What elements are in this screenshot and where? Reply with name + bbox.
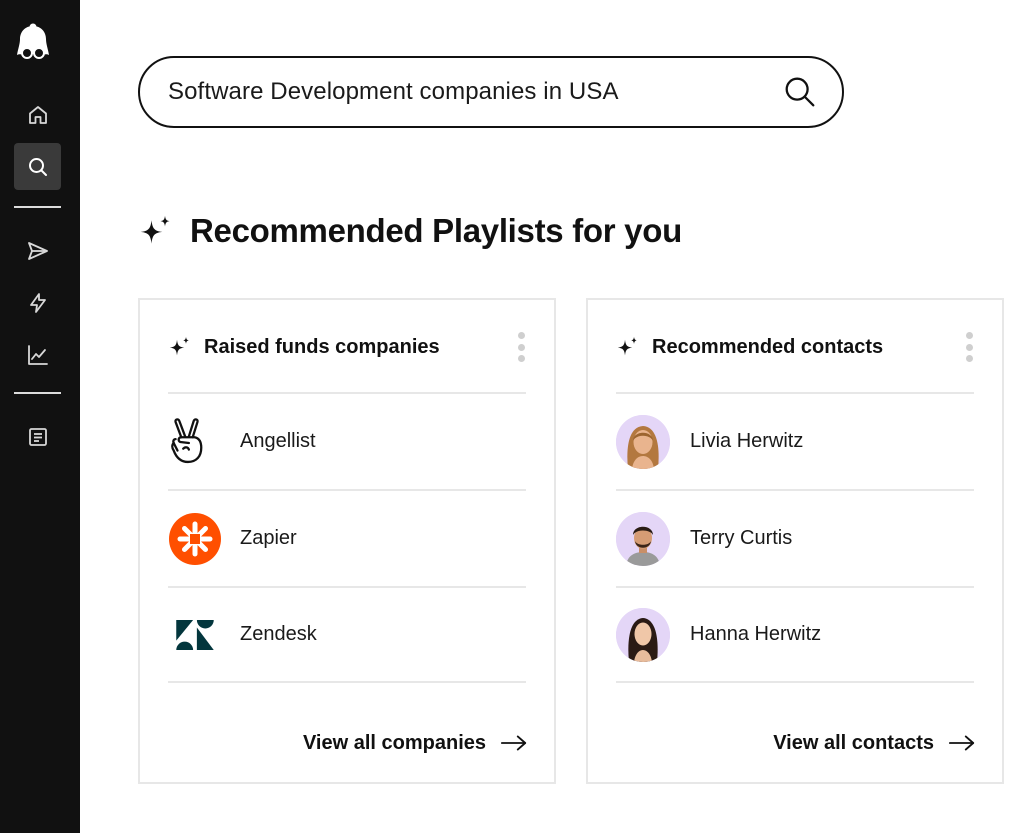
more-options-icon[interactable] <box>964 332 974 362</box>
card-title: Raised funds companies <box>204 335 440 358</box>
avatar <box>616 511 670 566</box>
chart-line-icon <box>27 344 48 365</box>
sparkle-icon <box>617 336 637 356</box>
card-header: Raised funds companies <box>168 330 526 364</box>
angellist-logo-icon <box>168 415 222 469</box>
company-name: Angellist <box>240 430 316 452</box>
sidebar-item-send[interactable] <box>14 227 61 274</box>
sparkle-icon <box>169 336 189 356</box>
section-heading: Recommended Playlists for you <box>138 206 682 256</box>
search-button[interactable] <box>780 72 820 112</box>
card-header: Recommended contacts <box>616 330 974 364</box>
sidebar-item-activity[interactable] <box>14 279 61 326</box>
main-content: Recommended Playlists for you Raised fun… <box>80 0 1024 833</box>
list-item-livia[interactable]: Livia Herwitz <box>616 392 974 489</box>
list-item-zapier[interactable]: Zapier <box>168 489 526 586</box>
home-icon <box>28 105 47 124</box>
send-icon <box>27 241 48 260</box>
list-item-terry[interactable]: Terry Curtis <box>616 489 974 586</box>
sidebar-divider <box>14 392 61 394</box>
search-icon <box>785 77 815 107</box>
view-all-companies-link[interactable]: View all companies <box>303 728 528 758</box>
contact-name: Terry Curtis <box>690 527 793 549</box>
arrow-right-icon <box>500 735 527 751</box>
card-title: Recommended contacts <box>652 335 884 358</box>
lightning-icon <box>29 292 46 313</box>
sidebar-item-notes[interactable] <box>14 413 61 460</box>
sidebar-item-home[interactable] <box>14 91 61 138</box>
document-icon <box>28 427 47 446</box>
search-input[interactable] <box>168 78 780 106</box>
arrow-right-icon <box>948 735 975 751</box>
zapier-logo-icon <box>168 512 222 566</box>
sidebar <box>0 0 80 833</box>
list-item-hanna[interactable]: Hanna Herwitz <box>616 586 974 683</box>
company-name: Zendesk <box>240 623 317 645</box>
sidebar-item-analytics[interactable] <box>14 331 61 378</box>
page-title: Recommended Playlists for you <box>190 212 682 249</box>
search-icon <box>28 157 47 176</box>
list-item-zendesk[interactable]: Zendesk <box>168 586 526 683</box>
sidebar-divider <box>14 206 61 208</box>
contacts-card: Recommended contacts Livia Herwitz Terry… <box>586 298 1004 784</box>
companies-card: Raised funds companies Angellist Zapier … <box>138 298 556 784</box>
contact-name: Livia Herwitz <box>690 430 804 452</box>
avatar <box>616 414 670 469</box>
sparkle-icon <box>140 215 170 244</box>
company-list: Angellist Zapier Zendesk <box>168 392 526 683</box>
list-item-angellist[interactable]: Angellist <box>168 392 526 489</box>
avatar <box>616 607 670 662</box>
sidebar-item-search[interactable] <box>14 143 61 190</box>
brand-logo-icon[interactable] <box>14 22 52 64</box>
view-all-contacts-link[interactable]: View all contacts <box>773 728 976 758</box>
more-options-icon[interactable] <box>516 332 526 362</box>
zendesk-logo-icon <box>168 608 222 662</box>
company-name: Zapier <box>240 527 297 549</box>
search-bar[interactable] <box>138 56 844 128</box>
contact-list: Livia Herwitz Terry Curtis Hanna Herwitz <box>616 392 974 683</box>
contact-name: Hanna Herwitz <box>690 623 822 645</box>
